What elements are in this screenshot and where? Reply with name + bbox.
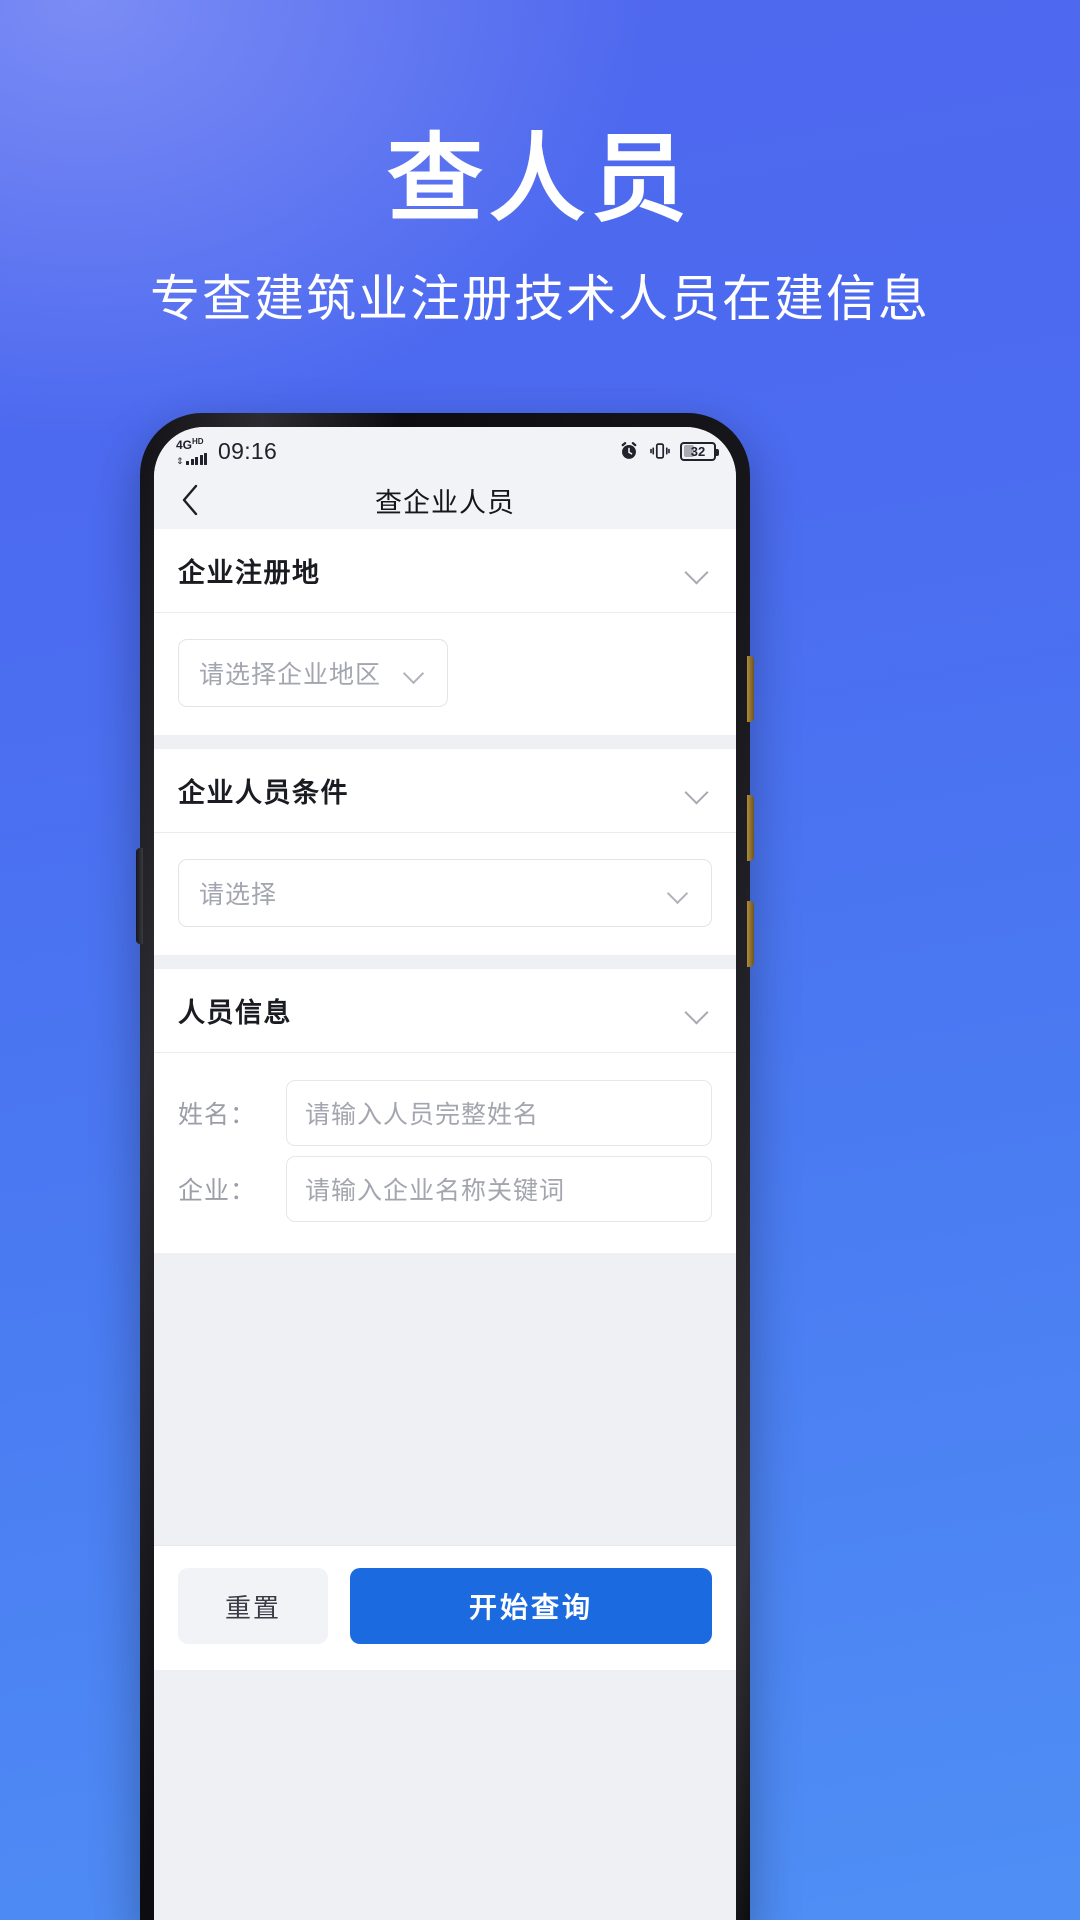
section-divider (154, 955, 736, 969)
chevron-left-icon (182, 484, 198, 516)
status-bar-left: 4GHD ⇕ 09:16 (176, 436, 278, 466)
section-staff-condition: 企业人员条件 请选择 (154, 749, 736, 955)
section-header-company-region[interactable]: 企业注册地 (154, 529, 736, 613)
app-nav-bar: 查企业人员 (154, 471, 736, 529)
field-row-name: 姓名： 请输入人员完整姓名 (154, 1075, 736, 1151)
chevron-down-icon (401, 660, 427, 686)
section-header-staff-condition[interactable]: 企业人员条件 (154, 749, 736, 833)
network-hd-text: HD (192, 436, 204, 446)
company-field-label: 企业： (178, 1177, 257, 1205)
field-bottom-spacer (154, 1227, 736, 1253)
bottom-action-bar: 重置 开始查询 (154, 1545, 736, 1670)
promo-page: 查人员 专查建筑业注册技术人员在建信息 4GHD ⇕ 09:16 32 查企业人… (0, 0, 1080, 1920)
signal-strength-icon: ⇕ (176, 452, 208, 466)
form-content: 企业注册地 请选择企业地区 企业人员条件 请选择 人员信息 姓名： 请输入人员完… (154, 529, 736, 1920)
back-button[interactable] (172, 482, 208, 518)
content-empty-area (154, 1253, 736, 1545)
section-personnel-info: 人员信息 姓名： 请输入人员完整姓名 企业： 请输入企业名称关键词 (154, 969, 736, 1253)
section-title-company-region: 企业注册地 (178, 558, 321, 588)
section-body-company-region: 请选择企业地区 (154, 613, 736, 735)
phone-mockup-frame: 4GHD ⇕ 09:16 32 查企业人员 企业注册地 请选择企业地区 企业人员… (136, 413, 754, 1920)
section-divider (154, 735, 736, 749)
data-transfer-icon: ⇕ (176, 455, 184, 466)
chevron-down-icon[interactable] (682, 996, 712, 1026)
section-title-staff-condition: 企业人员条件 (178, 778, 349, 808)
company-region-select-value: 请选择企业地区 (199, 661, 382, 689)
staff-condition-select-value: 请选择 (199, 881, 278, 909)
battery-percent-label: 32 (690, 443, 706, 459)
network-indicator: 4GHD ⇕ (176, 436, 208, 466)
status-bar-clock: 09:16 (218, 437, 278, 464)
phone-side-button-2[interactable] (747, 795, 754, 861)
field-row-company: 企业： 请输入企业名称关键词 (154, 1151, 736, 1227)
alarm-clock-icon (621, 442, 637, 459)
phone-screen: 4GHD ⇕ 09:16 32 查企业人员 企业注册地 请选择企业地区 企业人员… (154, 427, 736, 1920)
section-header-personnel-info[interactable]: 人员信息 (154, 969, 736, 1053)
name-input[interactable]: 请输入人员完整姓名 (286, 1080, 712, 1146)
battery-icon: 32 (680, 441, 719, 461)
chevron-down-icon[interactable] (682, 776, 712, 806)
section-body-staff-condition: 请选择 (154, 833, 736, 955)
status-bar: 4GHD ⇕ 09:16 32 (154, 427, 736, 471)
chevron-down-icon[interactable] (682, 556, 712, 586)
reset-button[interactable]: 重置 (178, 1568, 328, 1644)
section-company-region: 企业注册地 请选择企业地区 (154, 529, 736, 735)
company-input[interactable]: 请输入企业名称关键词 (286, 1156, 712, 1222)
staff-condition-select[interactable]: 请选择 (178, 859, 712, 927)
name-field-label: 姓名： (178, 1101, 257, 1129)
vibrate-icon (650, 443, 670, 459)
page-title: 查企业人员 (375, 487, 515, 518)
network-type-label: 4GHD (176, 436, 204, 452)
network-type-text: 4G (176, 437, 193, 452)
start-search-button[interactable]: 开始查询 (350, 1568, 712, 1644)
phone-volume-button[interactable] (136, 848, 143, 944)
promo-title: 查人员 (387, 126, 693, 233)
company-region-select[interactable]: 请选择企业地区 (178, 639, 449, 707)
chevron-down-icon (665, 880, 691, 906)
phone-power-button[interactable] (747, 656, 754, 722)
section-title-personnel-info: 人员信息 (178, 998, 292, 1028)
status-bar-right: 32 (618, 440, 719, 462)
promo-subtitle: 专查建筑业注册技术人员在建信息 (150, 271, 930, 327)
phone-side-button-3[interactable] (747, 901, 754, 967)
